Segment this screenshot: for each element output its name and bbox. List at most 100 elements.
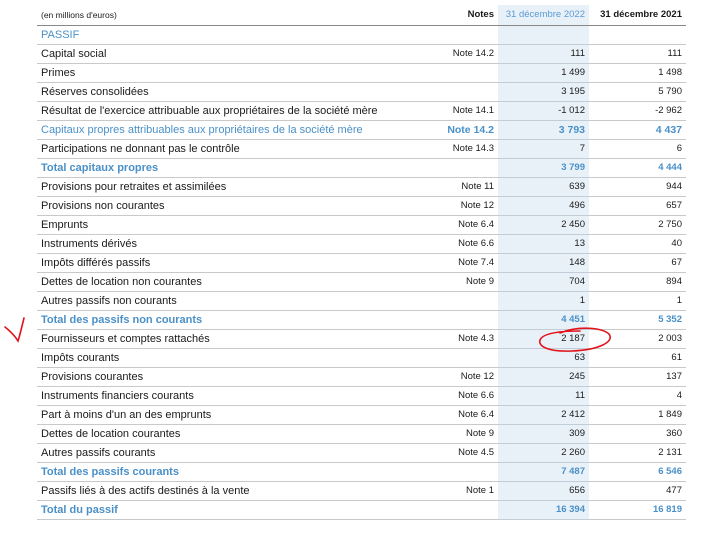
row-value-2022: 2 260 bbox=[498, 443, 589, 463]
row-label: Provisions non courantes bbox=[37, 196, 415, 216]
row-label: Instruments dérivés bbox=[37, 234, 415, 254]
row-value-2022: -1 012 bbox=[498, 101, 589, 121]
table-row: Instruments financiers courants Note 6.6 1… bbox=[37, 386, 686, 406]
row-value-2022: 63 bbox=[498, 348, 589, 368]
row-value-2021: 1 bbox=[589, 291, 686, 311]
row-label: Fournisseurs et comptes rattachés bbox=[37, 329, 415, 349]
row-value-2022: 3 195 bbox=[498, 82, 589, 102]
row-value-2021: 111 bbox=[589, 44, 686, 64]
section-title: PASSIF bbox=[37, 25, 415, 45]
row-value-2022: 3 799 bbox=[498, 158, 589, 178]
row-value-2021: 6 546 bbox=[589, 462, 686, 482]
row-note bbox=[415, 63, 498, 83]
row-value-2021: 5 790 bbox=[589, 82, 686, 102]
row-value-2021: 477 bbox=[589, 481, 686, 501]
row-note: Note 9 bbox=[415, 424, 498, 444]
row-value-2021: 6 bbox=[589, 139, 686, 159]
row-label: Impôts courants bbox=[37, 348, 415, 368]
table-row: Passifs liés à des actifs destinés à la … bbox=[37, 481, 686, 501]
row-value-2022: 3 793 bbox=[498, 120, 589, 140]
table-row: Participations ne donnant pas le contrôl… bbox=[37, 139, 686, 159]
row-value-2022: 2 450 bbox=[498, 215, 589, 235]
section-title-row: PASSIF bbox=[37, 25, 686, 45]
row-note: Note 4.5 bbox=[415, 443, 498, 463]
row-label: Réserves consolidées bbox=[37, 82, 415, 102]
row-value-2021: 137 bbox=[589, 367, 686, 387]
row-value-2022: 1 bbox=[498, 291, 589, 311]
row-value-2022: 4 451 bbox=[498, 310, 589, 330]
row-label: Autres passifs courants bbox=[37, 443, 415, 463]
hand-drawn-check-mark bbox=[4, 317, 25, 343]
row-value-2021: 16 819 bbox=[589, 500, 686, 520]
table-row: Total capitaux propres 3 799 4 444 bbox=[37, 158, 686, 178]
row-label: Part à moins d'un an des emprunts bbox=[37, 405, 415, 425]
row-label: Dettes de location non courantes bbox=[37, 272, 415, 292]
table-row: Emprunts Note 6.4 2 450 2 750 bbox=[37, 215, 686, 235]
row-note: Note 1 bbox=[415, 481, 498, 501]
row-label: Total des passifs non courants bbox=[37, 310, 415, 330]
passif-table: (en millions d'euros) Notes 31 décembre … bbox=[37, 5, 686, 520]
row-note bbox=[415, 500, 498, 520]
row-note: Note 12 bbox=[415, 196, 498, 216]
row-note bbox=[415, 462, 498, 482]
row-value-2021: 4 bbox=[589, 386, 686, 406]
row-note: Note 14.3 bbox=[415, 139, 498, 159]
row-label: Provisions courantes bbox=[37, 367, 415, 387]
row-label: Total capitaux propres bbox=[37, 158, 415, 178]
row-note bbox=[415, 82, 498, 102]
table-row: Capital social Note 14.2 111 111 bbox=[37, 44, 686, 64]
row-note: Note 9 bbox=[415, 272, 498, 292]
row-value-2022: 7 487 bbox=[498, 462, 589, 482]
row-value-2021: 2 003 bbox=[589, 329, 686, 349]
table-row: Provisions non courantes Note 12 496 657 bbox=[37, 196, 686, 216]
row-value-2022: 1 499 bbox=[498, 63, 589, 83]
row-value-2021: 1 849 bbox=[589, 405, 686, 425]
row-value-2022: 639 bbox=[498, 177, 589, 197]
balance-sheet: (en millions d'euros) Notes 31 décembre … bbox=[37, 5, 686, 520]
table-row: Total des passifs non courants 4 451 5 352 bbox=[37, 310, 686, 330]
row-note: Note 4.3 bbox=[415, 329, 498, 349]
table-row: Dettes de location courantes Note 9 309 360 bbox=[37, 424, 686, 444]
col-header-2021: 31 décembre 2021 bbox=[589, 5, 686, 26]
row-value-2022: 656 bbox=[498, 481, 589, 501]
row-note bbox=[415, 291, 498, 311]
row-label: Provisions pour retraites et assimilées bbox=[37, 177, 415, 197]
row-label: Participations ne donnant pas le contrôl… bbox=[37, 139, 415, 159]
table-row: Primes 1 499 1 498 bbox=[37, 63, 686, 83]
table-row: Fournisseurs et comptes rattachés Note 4.… bbox=[37, 329, 686, 349]
col-header-2022: 31 décembre 2022 bbox=[498, 5, 589, 26]
table-row: Dettes de location non courantes Note 9 70… bbox=[37, 272, 686, 292]
row-note: Note 6.4 bbox=[415, 215, 498, 235]
unit-label: (en millions d'euros) bbox=[37, 5, 415, 26]
table-row: Total des passifs courants 7 487 6 546 bbox=[37, 462, 686, 482]
row-label: Primes bbox=[37, 63, 415, 83]
row-value-2022: 16 394 bbox=[498, 500, 589, 520]
row-label: Total des passifs courants bbox=[37, 462, 415, 482]
row-label: Passifs liés à des actifs destinés à la … bbox=[37, 481, 415, 501]
row-label: Capitaux propres attribuables aux propri… bbox=[37, 120, 415, 140]
table-row: Impôts courants 63 61 bbox=[37, 348, 686, 368]
row-value-2021: 5 352 bbox=[589, 310, 686, 330]
row-value-2022: 11 bbox=[498, 386, 589, 406]
row-note: Note 14.2 bbox=[415, 120, 498, 140]
row-value-2021: 657 bbox=[589, 196, 686, 216]
row-note bbox=[415, 310, 498, 330]
row-label: Emprunts bbox=[37, 215, 415, 235]
row-value-2022: 245 bbox=[498, 367, 589, 387]
row-value-2021: 67 bbox=[589, 253, 686, 273]
row-value-2021: 61 bbox=[589, 348, 686, 368]
row-label: Total du passif bbox=[37, 500, 415, 520]
table-row: Impôts différés passifs Note 7.4 148 67 bbox=[37, 253, 686, 273]
row-value-2021: 360 bbox=[589, 424, 686, 444]
row-label: Impôts différés passifs bbox=[37, 253, 415, 273]
row-label: Résultat de l'exercice attribuable aux p… bbox=[37, 101, 415, 121]
row-value-2022: 13 bbox=[498, 234, 589, 254]
notes-header: Notes bbox=[415, 5, 498, 26]
table-row: Autres passifs courants Note 4.5 2 260 2 13… bbox=[37, 443, 686, 463]
row-value-2021: 4 444 bbox=[589, 158, 686, 178]
table-header: (en millions d'euros) Notes 31 décembre … bbox=[37, 5, 686, 26]
row-note bbox=[415, 158, 498, 178]
row-note bbox=[415, 348, 498, 368]
row-value-2022: 7 bbox=[498, 139, 589, 159]
table-row: Provisions pour retraites et assimilées N… bbox=[37, 177, 686, 197]
